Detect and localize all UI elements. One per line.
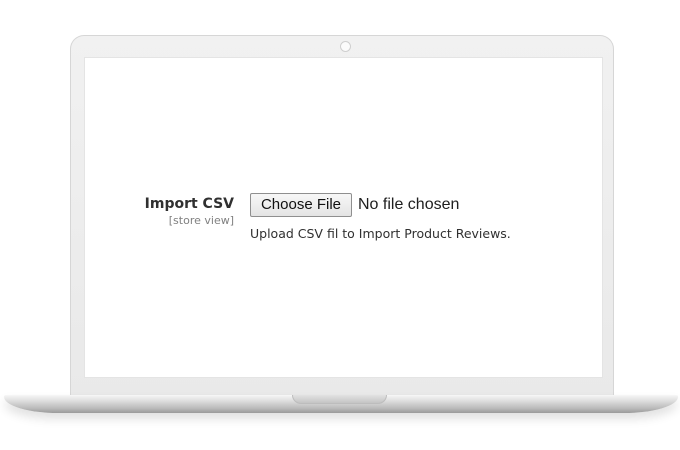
store-view-scope-label: [store view]: [168, 214, 234, 227]
field-note: Upload CSV fil to Import Product Reviews…: [250, 226, 511, 241]
camera-icon: [340, 41, 351, 52]
laptop-base-notch: [292, 395, 387, 404]
import-csv-label: Import CSV: [144, 196, 234, 212]
file-status-text: No file chosen: [358, 196, 460, 213]
choose-file-button[interactable]: Choose File: [250, 193, 352, 217]
